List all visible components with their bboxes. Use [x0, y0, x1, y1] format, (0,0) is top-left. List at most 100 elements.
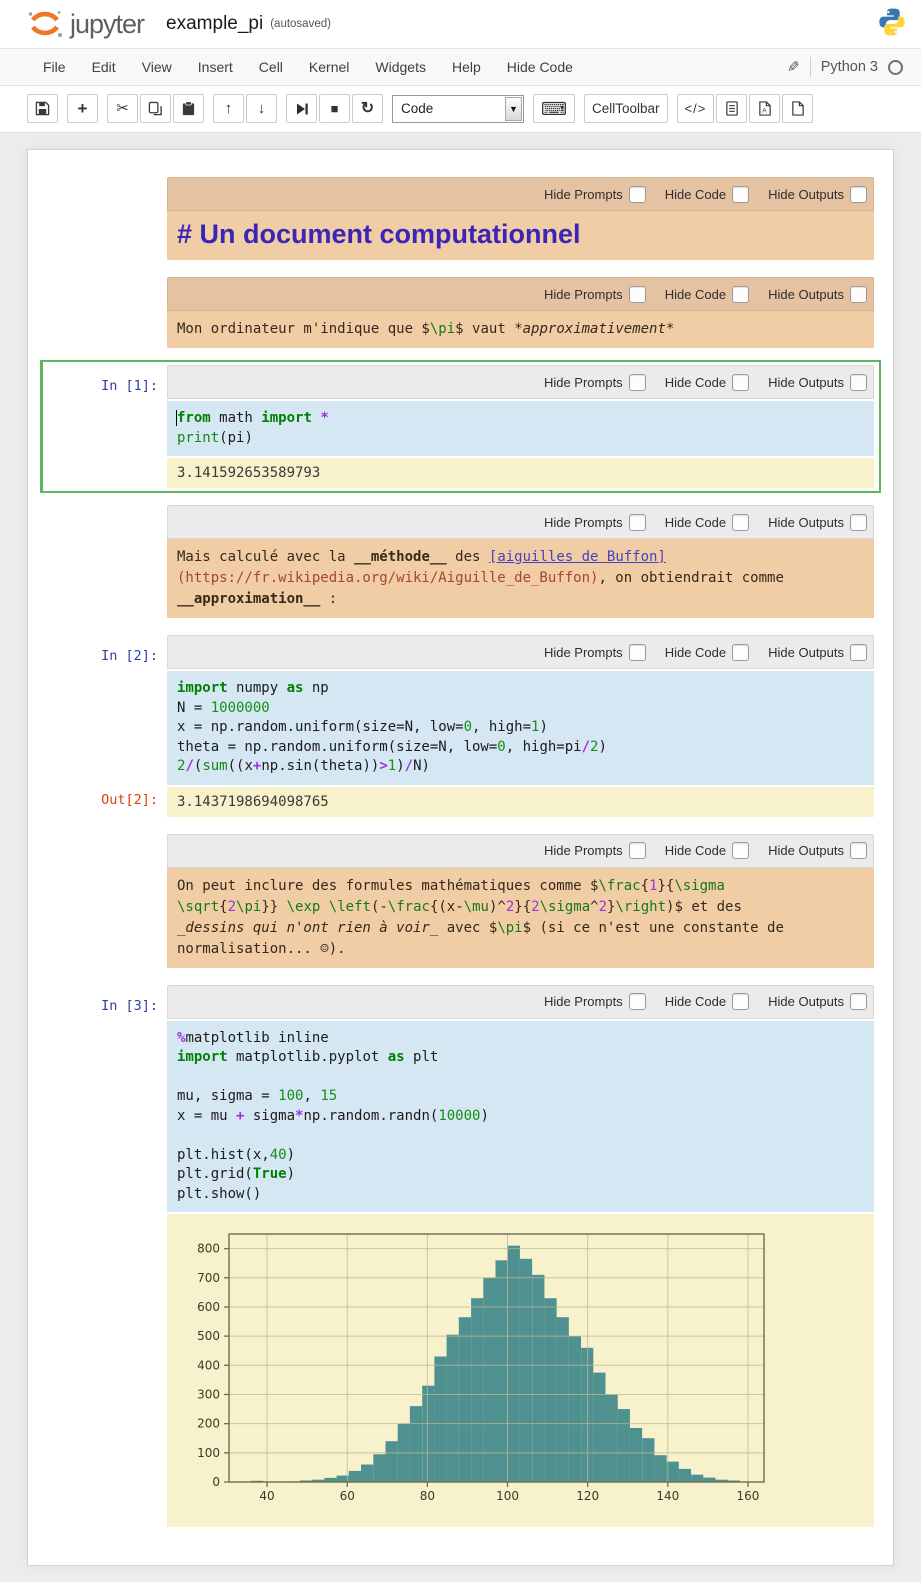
toggle-code-button[interactable]: </> — [677, 94, 715, 123]
cut-button[interactable]: ✂ — [107, 94, 138, 123]
svg-text:400: 400 — [197, 1358, 220, 1372]
copy-icon — [148, 101, 163, 116]
run-cell-button[interactable] — [286, 94, 317, 123]
export-document-button[interactable] — [716, 94, 747, 123]
cell-output-row: 3.141592653589793 — [43, 456, 874, 488]
svg-text:A: A — [762, 108, 767, 115]
hide-outputs-label: Hide Outputs — [768, 375, 844, 390]
hide-prompts-label: Hide Prompts — [544, 515, 623, 530]
menu-divider — [810, 57, 811, 77]
code-line: On peut inclure des formules mathématiqu… — [177, 876, 864, 897]
hide-outputs-checkbox[interactable] — [850, 514, 867, 531]
new-document-button[interactable] — [782, 94, 813, 123]
jupyter-logo[interactable]: jupyter — [26, 8, 144, 40]
hide-code-checkbox[interactable] — [732, 514, 749, 531]
notebook-title[interactable]: example_pi — [166, 13, 263, 35]
hide-prompts-checkbox[interactable] — [629, 514, 646, 531]
code-editor[interactable]: import numpy as npN = 1000000x = np.rand… — [167, 671, 874, 785]
prompt-column — [43, 277, 167, 348]
menu-item-widgets[interactable]: Widgets — [362, 51, 439, 83]
code-editor[interactable]: %matplotlib inlineimport matplotlib.pypl… — [167, 1021, 874, 1213]
hide-outputs-checkbox[interactable] — [850, 993, 867, 1010]
hide-code-label: Hide Code — [665, 994, 726, 1009]
svg-text:200: 200 — [197, 1417, 220, 1431]
hide-code-checkbox[interactable] — [732, 286, 749, 303]
hide-code-checkbox[interactable] — [732, 186, 749, 203]
svg-text:0: 0 — [212, 1475, 220, 1489]
code-cell: In [1]:Hide PromptsHide CodeHide Outputs… — [40, 360, 881, 493]
move-cell-down-button[interactable]: ↓ — [246, 94, 277, 123]
menu-item-cell[interactable]: Cell — [246, 51, 296, 83]
hide-outputs-label: Hide Outputs — [768, 515, 844, 530]
interrupt-kernel-button[interactable]: ■ — [319, 94, 350, 123]
hide-outputs-checkbox[interactable] — [850, 186, 867, 203]
hide-code-checkbox[interactable] — [732, 644, 749, 661]
menu-item-file[interactable]: File — [30, 51, 79, 83]
code-editor[interactable]: from math import *print(pi) — [167, 401, 874, 456]
hide-code-checkbox[interactable] — [732, 374, 749, 391]
hide-prompts-checkbox[interactable] — [629, 644, 646, 661]
insert-cell-button[interactable]: + — [67, 94, 98, 123]
code-cell: In [2]:Hide PromptsHide CodeHide Outputs… — [40, 630, 881, 822]
code-line: theta = np.random.uniform(size=N, low=0,… — [177, 738, 864, 758]
cell-main-area: Hide PromptsHide CodeHide OutputsMon ord… — [167, 277, 874, 348]
hide-outputs-checkbox[interactable] — [850, 286, 867, 303]
command-palette-button[interactable]: ⌨ — [533, 94, 575, 123]
markdown-source[interactable]: # Un document computationnel — [167, 211, 874, 260]
hide-prompts-checkbox[interactable] — [629, 374, 646, 391]
prompt-column — [43, 456, 167, 488]
hide-code-checkbox[interactable] — [732, 842, 749, 859]
hide-outputs-checkbox[interactable] — [850, 644, 867, 661]
markdown-source[interactable]: On peut inclure des formules mathématiqu… — [167, 868, 874, 968]
copy-button[interactable] — [140, 94, 171, 123]
code-line: normalisation... ☺). — [177, 939, 864, 960]
cell-toolbar: Hide PromptsHide CodeHide Outputs — [167, 635, 874, 669]
hide-prompts-checkbox[interactable] — [629, 993, 646, 1010]
code-line: plt.grid(True) — [177, 1165, 864, 1185]
menu-item-hide-code[interactable]: Hide Code — [494, 51, 586, 83]
cell-main-area: Hide PromptsHide CodeHide Outputs# Un do… — [167, 177, 874, 260]
menu-item-edit[interactable]: Edit — [79, 51, 129, 83]
code-brackets-icon: </> — [685, 101, 707, 116]
save-button[interactable] — [27, 94, 58, 123]
restart-kernel-button[interactable]: ↻ — [352, 94, 383, 123]
hide-code-label: Hide Code — [665, 187, 726, 202]
markdown-source[interactable]: Mon ordinateur m'indique que $\pi$ vaut … — [167, 311, 874, 348]
svg-text:800: 800 — [197, 1242, 220, 1256]
menu-item-help[interactable]: Help — [439, 51, 494, 83]
keyboard-icon: ⌨ — [541, 100, 567, 118]
edit-mode-pencil-icon: ✎ — [787, 58, 800, 76]
cell-toolbar: Hide PromptsHide CodeHide Outputs — [167, 985, 874, 1019]
export-pdf-button[interactable]: A — [749, 94, 780, 123]
paste-button[interactable] — [173, 94, 204, 123]
cell-toolbar: Hide PromptsHide CodeHide Outputs — [167, 505, 874, 539]
markdown-cell: Hide PromptsHide CodeHide OutputsOn peut… — [40, 829, 881, 973]
hide-prompts-checkbox[interactable] — [629, 286, 646, 303]
hide-outputs-checkbox[interactable] — [850, 842, 867, 859]
hide-prompts-checkbox[interactable] — [629, 186, 646, 203]
hide-code-label: Hide Code — [665, 375, 726, 390]
code-line: plt.hist(x,40) — [177, 1146, 864, 1166]
menu-items: FileEditViewInsertCellKernelWidgetsHelpH… — [30, 51, 586, 83]
menu-item-view[interactable]: View — [129, 51, 185, 83]
hide-outputs-checkbox[interactable] — [850, 374, 867, 391]
move-cell-up-button[interactable]: ↑ — [213, 94, 244, 123]
prompt-column — [43, 177, 167, 260]
svg-text:140: 140 — [656, 1489, 679, 1503]
jupyter-wordmark: jupyter — [70, 9, 144, 40]
hide-prompts-checkbox[interactable] — [629, 842, 646, 859]
code-line: print(pi) — [177, 429, 864, 449]
cell-input-row: In [1]:Hide PromptsHide CodeHide Outputs… — [43, 365, 874, 456]
cell-type-select[interactable]: Code ▼ — [392, 95, 524, 123]
svg-text:600: 600 — [197, 1300, 220, 1314]
menu-item-insert[interactable]: Insert — [185, 51, 246, 83]
markdown-source[interactable]: Mais calculé avec la __méthode__ des [ai… — [167, 539, 874, 618]
menu-item-kernel[interactable]: Kernel — [296, 51, 362, 83]
menu-bar: FileEditViewInsertCellKernelWidgetsHelpH… — [0, 49, 921, 86]
hide-code-checkbox[interactable] — [732, 993, 749, 1010]
cell-main-area: Hide PromptsHide CodeHide OutputsOn peut… — [167, 834, 874, 968]
app-header: jupyter example_pi (autosaved) — [0, 0, 921, 49]
hide-code-label: Hide Code — [665, 287, 726, 302]
cell-main-area: Hide PromptsHide CodeHide OutputsMais ca… — [167, 505, 874, 618]
celltoolbar-button[interactable]: CellToolbar — [584, 94, 668, 123]
